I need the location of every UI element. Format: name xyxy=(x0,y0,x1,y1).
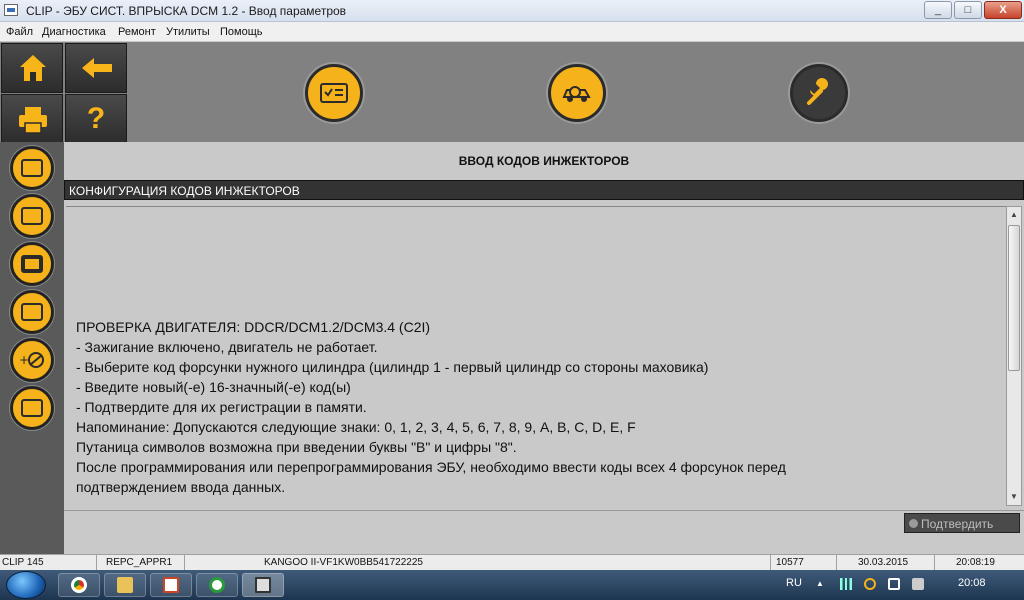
arrow-left-icon xyxy=(82,58,112,78)
language-indicator[interactable]: RU xyxy=(786,577,802,589)
folder-icon xyxy=(117,577,133,593)
main-panel: ВВОД КОДОВ ИНЖЕКТОРОВ КОНФИГУРАЦИЯ КОДОВ… xyxy=(64,142,1024,554)
clip-app-icon xyxy=(255,577,271,593)
menu-diagnostics[interactable]: Диагностика xyxy=(42,26,106,38)
menu-utilities[interactable]: Утилиты xyxy=(166,26,210,38)
page-title: ВВОД КОДОВ ИНЖЕКТОРОВ xyxy=(458,154,630,168)
status-code: 10577 xyxy=(776,557,804,568)
signal-icon[interactable] xyxy=(840,578,852,590)
home-button[interactable] xyxy=(1,43,63,93)
back-button[interactable] xyxy=(65,43,127,93)
vertical-scrollbar[interactable]: ▲ ▼ xyxy=(1006,206,1022,506)
printer-icon xyxy=(19,107,47,134)
taskbar-app-b[interactable] xyxy=(196,573,238,597)
checklist-button[interactable] xyxy=(305,64,363,122)
menu-help[interactable]: Помощь xyxy=(220,26,263,38)
instruction-line: После программирования или перепрограмми… xyxy=(76,459,786,475)
instruction-line: подтверждением ввода данных. xyxy=(76,479,286,495)
battery-icon[interactable] xyxy=(888,578,900,590)
title-bar: CLIP - ЭБУ СИСТ. ВПРЫСКА DCM 1.2 - Ввод … xyxy=(0,0,1024,22)
status-time: 20:08:19 xyxy=(956,557,995,568)
section-header-label: КОНФИГУРАЦИЯ КОДОВ ИНЖЕКТОРОВ xyxy=(69,184,300,198)
engine-key-icon xyxy=(21,303,43,321)
plus-minus-icon: + xyxy=(19,352,44,368)
instruction-line: ПРОВЕРКА ДВИГАТЕЛЯ: DDCR/DCM1.2/DCM3.4 (… xyxy=(76,319,431,335)
print-button[interactable] xyxy=(1,94,63,144)
home-icon xyxy=(20,55,46,81)
menu-bar: Файл Диагностика Ремонт Утилиты Помощь xyxy=(0,22,1024,42)
minimize-button[interactable]: _ xyxy=(924,1,952,19)
status-bar: CLIP 145 REPC_APPR1 KANGOO II-VF1KW0BB54… xyxy=(0,554,1024,571)
radio-dot-icon xyxy=(909,519,918,528)
sidebar-ecu-info-button[interactable] xyxy=(10,146,54,190)
menu-repair[interactable]: Ремонт xyxy=(118,26,156,38)
taskbar-chrome[interactable] xyxy=(58,573,100,597)
car-magnifier-icon xyxy=(562,86,591,102)
status-vehicle: KANGOO II-VF1KW0BB541722225 xyxy=(264,557,423,568)
instruction-line: - Введите новый(-е) 16-значный(-е) код(ы… xyxy=(76,379,351,395)
taskbar-app-a[interactable] xyxy=(150,573,192,597)
ecu-program-icon xyxy=(21,399,43,417)
scroll-down-arrow-icon[interactable]: ▼ xyxy=(1007,489,1021,505)
instruction-line: - Выберите код форсунки нужного цилиндра… xyxy=(76,359,709,375)
ecu-edit-icon xyxy=(21,207,43,225)
sidebar-config-button[interactable] xyxy=(10,242,54,286)
chrome-icon xyxy=(71,577,87,593)
instruction-line: - Зажигание включено, двигатель не работ… xyxy=(76,339,378,355)
app-b-icon xyxy=(209,577,225,593)
bracket-icon xyxy=(21,255,43,273)
sidebar: + xyxy=(0,142,64,554)
taskbar: RU ▲ 20:08 xyxy=(0,570,1024,600)
taskbar-explorer[interactable] xyxy=(104,573,146,597)
toolbar: ? xyxy=(0,42,1024,144)
instruction-line: Напоминание: Допускаются следующие знаки… xyxy=(76,419,636,435)
window-title: CLIP - ЭБУ СИСТ. ВПРЫСКА DCM 1.2 - Ввод … xyxy=(26,4,347,18)
menu-file[interactable]: Файл xyxy=(6,26,33,38)
sidebar-ecu-program-button[interactable] xyxy=(10,386,54,430)
close-button[interactable]: X xyxy=(984,1,1022,19)
scroll-up-arrow-icon[interactable]: ▲ xyxy=(1007,207,1021,223)
sidebar-ecu-edit-button[interactable] xyxy=(10,194,54,238)
question-icon: ? xyxy=(86,102,106,135)
vehicle-diagnostics-button[interactable] xyxy=(548,64,606,122)
maximize-button[interactable]: □ xyxy=(954,1,982,19)
app-a-icon xyxy=(163,577,179,593)
ecu-info-icon xyxy=(21,159,43,177)
status-date: 30.03.2015 xyxy=(858,557,909,568)
section-header: КОНФИГУРАЦИЯ КОДОВ ИНЖЕКТОРОВ xyxy=(64,180,1024,200)
app-icon xyxy=(4,4,18,16)
status-repc: REPC_APPR1 xyxy=(106,557,173,568)
taskbar-clip[interactable] xyxy=(242,573,284,597)
tray-expand-icon[interactable]: ▲ xyxy=(816,579,824,588)
action-strip xyxy=(64,510,1024,534)
instruction-line: Путаница символов возможна при введении … xyxy=(76,439,517,455)
instruction-line: - Подтвердите для их регистрации в памят… xyxy=(76,399,367,415)
sidebar-adjust-button[interactable]: + xyxy=(10,338,54,382)
help-button[interactable]: ? xyxy=(65,94,127,144)
repair-tools-button[interactable] xyxy=(790,64,848,122)
status-clip: CLIP 145 xyxy=(2,557,44,568)
scroll-thumb[interactable] xyxy=(1008,225,1020,371)
checklist-icon xyxy=(320,83,348,103)
at-sign-icon[interactable] xyxy=(864,578,876,590)
wrench-icon xyxy=(807,78,828,105)
start-button[interactable] xyxy=(6,571,46,599)
confirm-button-label: Подтвердить xyxy=(921,517,994,531)
svg-text:+: + xyxy=(19,353,29,367)
taskbar-clock[interactable]: 20:08 xyxy=(958,577,986,589)
confirm-button[interactable]: Подтвердить xyxy=(904,513,1020,533)
sidebar-engine-button[interactable] xyxy=(10,290,54,334)
network-icon[interactable] xyxy=(912,578,924,590)
instructions-text-area: ПРОВЕРКА ДВИГАТЕЛЯ: DDCR/DCM1.2/DCM3.4 (… xyxy=(66,206,1006,506)
